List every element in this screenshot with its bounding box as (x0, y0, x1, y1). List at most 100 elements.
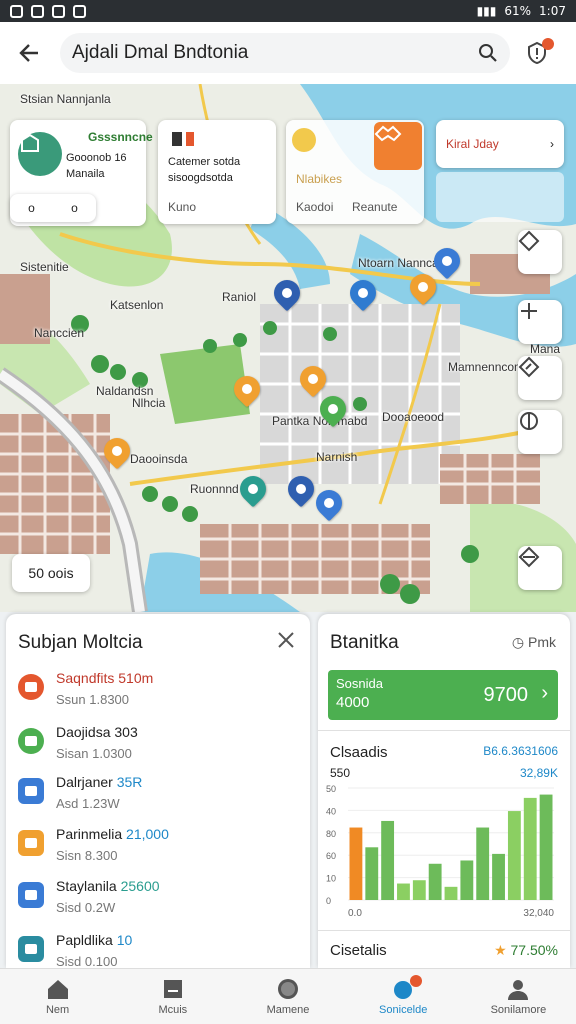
nav-menu[interactable]: Mcuis (115, 969, 230, 1024)
item-sub: Sisan 1.0300 (56, 746, 132, 761)
category-icon (18, 728, 44, 754)
nav-home[interactable]: Nem (0, 969, 115, 1024)
summary-banner[interactable]: Sosnida 4000 9700 › (328, 670, 558, 720)
map-label: Mana (530, 342, 561, 356)
notification-icon (10, 4, 23, 18)
list-item[interactable]: Dalrjaner 35R Asd 1.23W (18, 774, 142, 811)
item-title: Dalrjaner (56, 774, 113, 790)
map-label: Katsenlon (110, 298, 164, 312)
banner-label: Sosnida (336, 676, 383, 691)
map-label: Narnish (316, 450, 358, 464)
chart-bar (381, 820, 395, 900)
chevron-right-icon: › (550, 137, 554, 151)
chart-bar (460, 860, 474, 900)
list-item[interactable]: Daojidsa 303 Sisan 1.0300 (18, 724, 138, 761)
clock-icon: ◷ (511, 634, 528, 650)
y-tick-label: 10 (326, 874, 336, 884)
clock: 1:07 (539, 4, 566, 18)
star-icon: ★ (494, 942, 511, 958)
signal-icon: ▮▮▮ (476, 4, 497, 18)
nav-label: Mamene (266, 1003, 310, 1016)
info-line: Catemer sotda (168, 156, 241, 168)
directions-icon (518, 356, 540, 378)
map-label: Dooaoeood (382, 410, 445, 424)
item-title: Saqndfits (56, 670, 115, 686)
search-header: Ajdali Dmal Bndtonia (0, 22, 576, 84)
place-actions: o o (10, 194, 96, 222)
nav-services[interactable]: Sonicelde (346, 969, 461, 1024)
divider (318, 730, 570, 731)
close-icon (278, 632, 294, 648)
item-sub: Sisd 0.2W (56, 900, 116, 915)
close-button[interactable] (276, 630, 296, 650)
item-title: Daojidsa (56, 724, 111, 740)
action-button[interactable]: o (28, 201, 35, 215)
banner-value: 4000 (336, 694, 370, 711)
place-title: Gsssnncne (88, 130, 153, 144)
section-left-value: 550 (330, 766, 351, 780)
item-sub: Ssun 1.8300 (56, 692, 130, 707)
list-item[interactable]: Saqndfits 510m Ssun 1.8300 (18, 670, 153, 707)
chart-bar (397, 883, 410, 900)
section-title: Clsaadis (330, 744, 388, 761)
map-label: Daooinsda (130, 452, 188, 466)
section-title: Cisetalis (330, 942, 387, 959)
handshake-icon (374, 122, 422, 170)
layers-button[interactable] (518, 410, 562, 454)
place-line: Gooonob 16 (66, 152, 127, 164)
y-tick-label: 60 (326, 851, 336, 861)
chart-bar (539, 794, 553, 900)
action-button[interactable]: o (71, 201, 78, 215)
time-toggle[interactable]: ◷ Pmk (512, 634, 556, 651)
chart-bar (492, 853, 505, 900)
item-sub: Asd 1.23W (56, 796, 120, 811)
bike-card[interactable]: Nlabikes Kaodoi Reanute (286, 120, 424, 224)
search-input[interactable]: Ajdali Dmal Bndtonia (60, 33, 510, 73)
map-label: Nanccien (34, 326, 85, 340)
item-sub: Sisd 0.100 (56, 954, 118, 968)
person-icon (508, 979, 529, 1000)
chart-bar (412, 880, 426, 900)
category-icon (18, 830, 44, 856)
item-title: Staylanila (56, 878, 117, 894)
alerts-button[interactable] (520, 36, 554, 70)
bottom-nav: Nem Mcuis Mamene Sonicelde Sonilamore (0, 968, 576, 1024)
bike-icon (292, 128, 316, 152)
y-tick-label: 50 (326, 784, 336, 794)
chart-bar (349, 827, 363, 900)
nav-profile[interactable]: Sonilamore (461, 969, 576, 1024)
nav-label: Mcuis (158, 1003, 188, 1016)
chart-bar (365, 847, 379, 900)
bike-footer: Kaodoi (296, 200, 334, 214)
info-line: sisoogdsotda (168, 172, 233, 184)
back-button[interactable] (12, 36, 46, 70)
nav-label: Sonicelde (379, 1003, 428, 1016)
panel-title: Btanitka (330, 632, 399, 653)
nav-map[interactable]: Mamene (230, 969, 345, 1024)
y-tick-label: 40 (326, 806, 336, 816)
search-icon[interactable] (478, 43, 498, 63)
list-item[interactable]: Papldlika 10 Sisd 0.100 (18, 932, 132, 968)
day-selector[interactable]: Kiral Jday › (436, 120, 564, 168)
stats-panel: Btanitka ◷ Pmk Sosnida 4000 9700 › Clsaa… (318, 614, 570, 968)
directions-button[interactable] (518, 356, 562, 400)
map-scale: 50 oois (12, 554, 90, 592)
list-item[interactable]: Staylanila 25600 Sisd 0.2W (18, 878, 160, 915)
info-card[interactable]: Catemer sotda sisoogdsotda Kuno (158, 120, 276, 224)
bar-chart: 50 40 80 60 10 0 0.0 32,040 (326, 784, 554, 919)
location-icon (518, 546, 540, 568)
home-icon (47, 979, 68, 999)
locate-button[interactable] (518, 546, 562, 590)
status-bar: ▮▮▮ 61% 1:07 (0, 0, 576, 22)
compass-button[interactable] (518, 230, 562, 274)
y-tick-label: 80 (326, 829, 336, 839)
time-toggle-label: Pmk (528, 634, 556, 650)
nearby-panel: Subjan Moltcia Saqndfits 510m Ssun 1.830… (6, 614, 310, 968)
info-footer: Kuno (168, 200, 197, 214)
map-view[interactable]: Stsian Nannjanla Sistenitie Katsenlon Ra… (0, 84, 576, 612)
list-item[interactable]: Parinmelia 21,000 Sisn 8.300 (18, 826, 169, 863)
zoom-in-button[interactable] (518, 300, 562, 344)
y-tick-label: 0 (326, 896, 331, 906)
category-icon (18, 778, 44, 804)
item-title: Papldlika (56, 932, 113, 948)
